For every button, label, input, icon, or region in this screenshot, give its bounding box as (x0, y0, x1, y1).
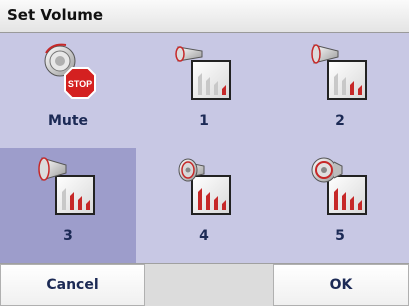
action-bar: Cancel OK (0, 263, 409, 306)
volume-option-mute[interactable]: STOP Mute (0, 33, 136, 148)
set-volume-window: Set Volume STOP Mute 1 2 3 4 5 Cancel OK (0, 0, 409, 306)
volume-option-3[interactable]: 3 (0, 148, 136, 263)
volume-option-label: 2 (335, 113, 345, 129)
title-bar: Set Volume (0, 0, 409, 33)
volume-option-2[interactable]: 2 (272, 33, 408, 148)
mute-icon: STOP (44, 43, 96, 99)
volume-1-icon (175, 46, 231, 100)
volume-option-label: 3 (63, 228, 73, 244)
cancel-button[interactable]: Cancel (0, 264, 145, 306)
svg-text:STOP: STOP (68, 79, 92, 89)
volume-3-icon (38, 157, 95, 215)
window-title: Set Volume (7, 6, 104, 24)
volume-options-grid: STOP Mute 1 2 3 4 5 (0, 33, 409, 263)
volume-4-icon (178, 158, 231, 215)
volume-option-5[interactable]: 5 (272, 148, 408, 263)
volume-option-label: Mute (47, 113, 89, 129)
volume-2-icon (311, 44, 367, 100)
volume-option-4[interactable]: 4 (136, 148, 272, 263)
volume-option-label: 4 (199, 228, 209, 244)
ok-button[interactable]: OK (273, 264, 409, 306)
volume-option-label: 5 (335, 228, 345, 244)
volume-option-label: 1 (199, 113, 209, 129)
volume-5-icon (311, 157, 367, 215)
volume-option-1[interactable]: 1 (136, 33, 272, 148)
